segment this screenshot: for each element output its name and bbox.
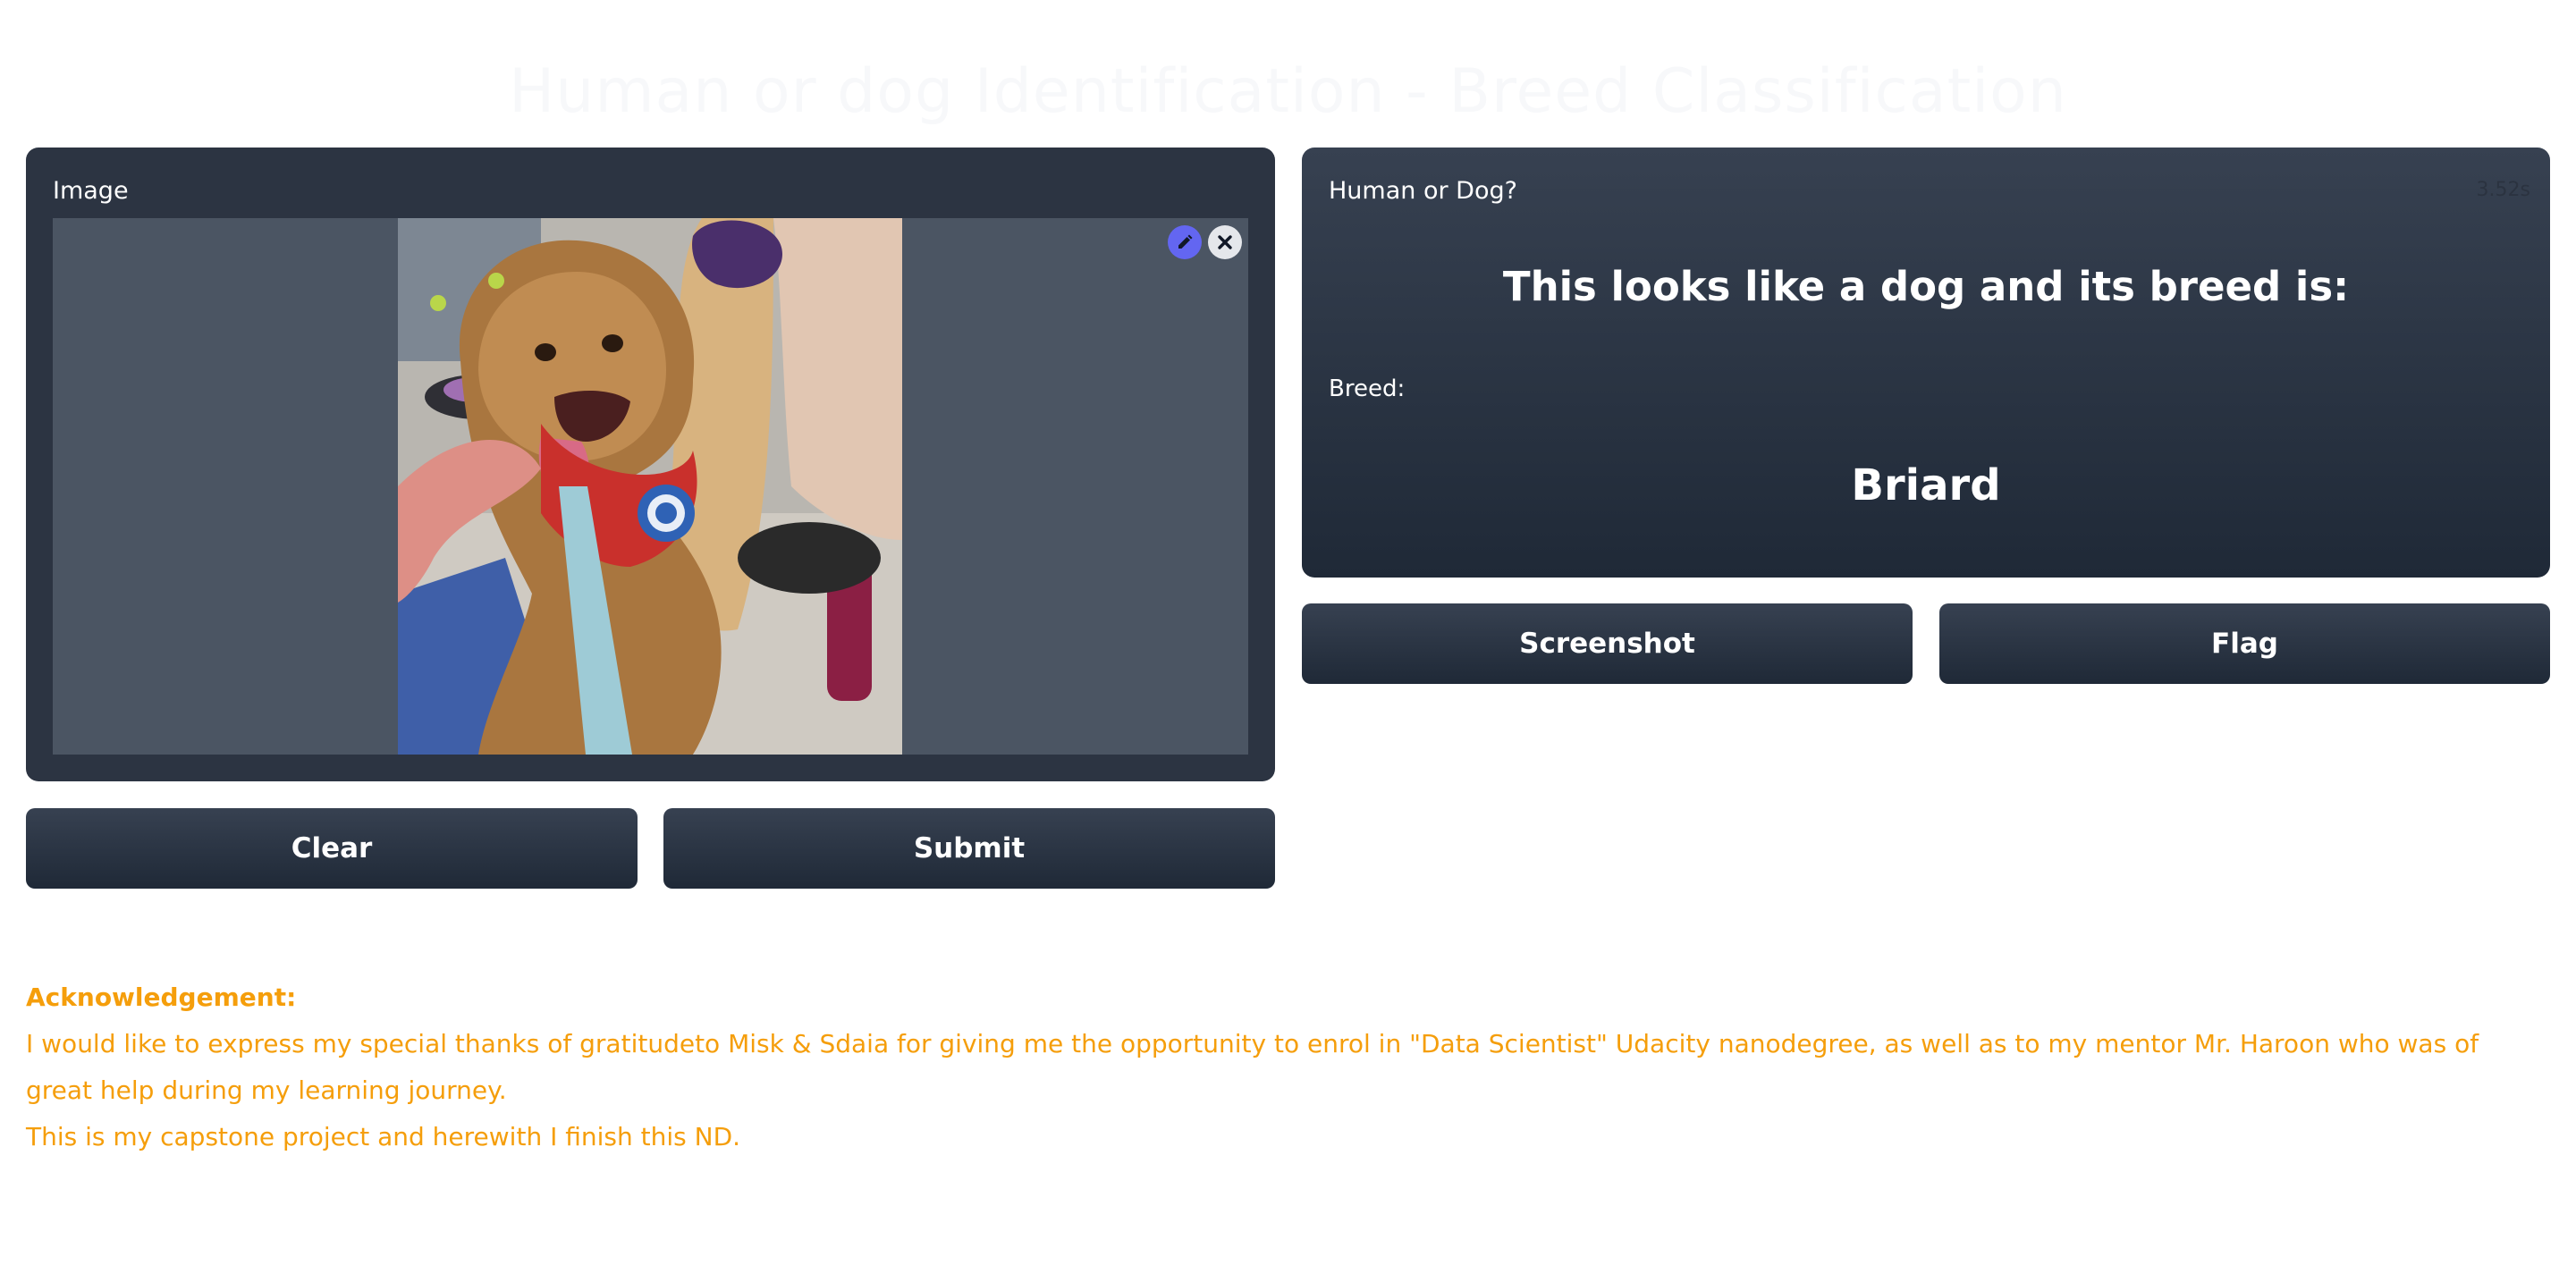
screenshot-button[interactable]: Screenshot (1302, 603, 1913, 684)
acknowledgement-text: I would like to express my special thank… (26, 1029, 2479, 1105)
breed-value: Briard (1851, 460, 2001, 510)
inference-timer: 3.52s (2476, 179, 2530, 201)
result-heading: This looks like a dog and its breed is: (1502, 263, 2350, 310)
image-label: Image (53, 177, 129, 205)
image-drop-area[interactable] (53, 218, 1248, 755)
breed-label: Breed: (1329, 375, 1406, 402)
submit-button[interactable]: Submit (663, 808, 1275, 889)
flag-button[interactable]: Flag (1939, 603, 2550, 684)
close-icon (1218, 235, 1232, 249)
clear-button[interactable]: Clear (26, 808, 638, 889)
edit-image-button[interactable] (1168, 225, 1202, 259)
image-input-panel: Image (26, 148, 1275, 781)
page-title: Human or dog Identification - Breed Clas… (509, 56, 2067, 127)
pencil-icon (1178, 234, 1193, 249)
acknowledgement-closing: This is my capstone project and herewith… (26, 1122, 741, 1151)
acknowledgement-title: Acknowledgement: (26, 982, 297, 1012)
remove-image-button[interactable] (1208, 225, 1242, 259)
uploaded-dog-image (398, 218, 902, 755)
result-label: Human or Dog? (1329, 177, 1517, 205)
acknowledgement-section: Acknowledgement: I would like to express… (26, 974, 2530, 1160)
result-panel: Human or Dog? 3.52s This looks like a do… (1302, 148, 2550, 578)
